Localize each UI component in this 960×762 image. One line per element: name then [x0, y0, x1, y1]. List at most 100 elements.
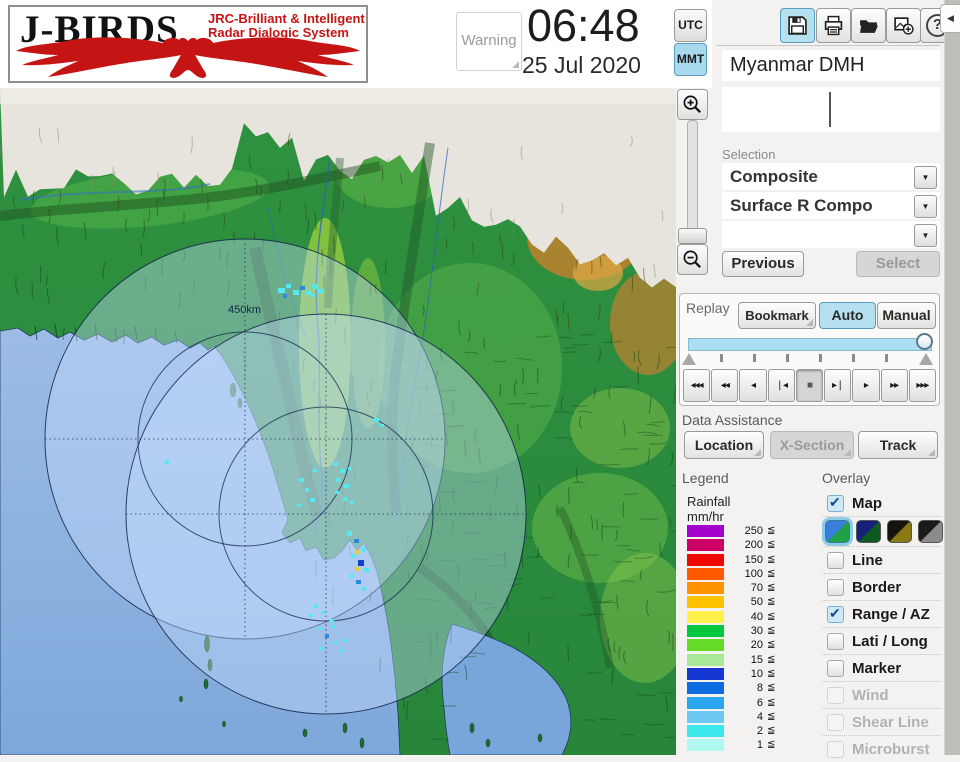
zoom-out-button[interactable] [677, 244, 708, 275]
checkbox[interactable] [827, 606, 844, 623]
utc-button[interactable]: UTC [674, 9, 707, 42]
zoom-slider-handle[interactable] [678, 228, 707, 244]
select-button[interactable]: Select [856, 251, 940, 277]
chevron-down-icon[interactable]: ▼ [914, 224, 937, 247]
legend-row: 50 ≦ [687, 595, 797, 609]
map-style-swatches [822, 516, 941, 546]
chevron-down-icon[interactable]: ▼ [914, 195, 937, 218]
location-button[interactable]: Location [684, 431, 764, 459]
eagle-logo-icon [14, 35, 362, 81]
legend-value: 50 [727, 596, 763, 608]
bookmark-button[interactable]: Bookmark [738, 302, 816, 329]
forward-fast-button[interactable]: ▸▸▸ [909, 369, 936, 402]
overlay-item-range-az: Range / AZ [822, 600, 941, 627]
slider-tick [786, 354, 789, 362]
range-label: 450km [228, 304, 261, 316]
overlay-item-marker: Marker [822, 654, 941, 681]
slider-tick [819, 354, 822, 362]
map-style-swatch[interactable] [918, 520, 943, 543]
forward-button[interactable]: ▸▸ [881, 369, 908, 402]
checkbox [827, 714, 844, 731]
legend-value: 4 [727, 711, 763, 723]
step-back-button[interactable]: ◂ [739, 369, 766, 402]
legend-value: 30 [727, 625, 763, 637]
warning-label: Warning [461, 32, 516, 49]
legend-value: 250 [727, 525, 763, 537]
previous-button[interactable]: Previous [722, 251, 804, 277]
rewind-button[interactable]: ◂◂ [711, 369, 738, 402]
legend-lte-symbol: ≦ [767, 568, 775, 579]
playback-controls: ◂◂◂◂◂◂❘◂■▸❘▸▸▸▸▸▸ [683, 369, 936, 402]
zoom-in-icon [682, 94, 703, 115]
print-button[interactable] [816, 8, 851, 43]
add-image-icon [893, 15, 914, 36]
legend-lte-symbol: ≦ [767, 668, 775, 679]
open-folder-button[interactable] [851, 8, 886, 43]
skip-start-button[interactable]: ❘◂ [768, 369, 795, 402]
slider-tick [720, 354, 723, 362]
legend-swatch [687, 539, 724, 551]
legend-value: 40 [727, 611, 763, 623]
auto-button[interactable]: Auto [819, 302, 876, 329]
legend-lte-symbol: ≦ [767, 697, 775, 708]
overlay-item-microburst: Microburst [822, 735, 941, 762]
manual-button[interactable]: Manual [877, 302, 936, 329]
product-dropdown-3[interactable]: ▼ [722, 221, 940, 248]
legend-title: Rainfall mm/hr [687, 494, 730, 524]
mmt-button[interactable]: MMT [674, 43, 707, 76]
checkbox[interactable] [827, 552, 844, 569]
track-button[interactable]: Track [858, 431, 938, 459]
overlay-item-border: Border [822, 573, 941, 600]
map-style-swatch[interactable] [825, 520, 850, 543]
map-style-swatch[interactable] [856, 520, 881, 543]
time-slider-handle[interactable] [916, 333, 933, 350]
legend-lte-symbol: ≦ [767, 711, 775, 722]
legend-swatch [687, 697, 724, 709]
checkbox[interactable] [827, 495, 844, 512]
legend-row: 200≦ [687, 538, 797, 552]
legend-swatch [687, 739, 724, 751]
overlay-item-map: Map [822, 490, 941, 516]
checkbox [827, 687, 844, 704]
legend-row: 15≦ [687, 653, 797, 667]
legend-row: 70≦ [687, 581, 797, 595]
rewind-fast-button[interactable]: ◂◂◂ [683, 369, 710, 402]
add-image-button[interactable] [886, 8, 921, 43]
warning-button[interactable]: Warning [456, 12, 522, 71]
save-button[interactable] [780, 8, 815, 43]
zoom-in-button[interactable] [677, 89, 708, 120]
collapse-panel-button[interactable]: ◀ [940, 4, 960, 33]
site-entry-box[interactable] [722, 87, 940, 132]
stop-button[interactable]: ■ [796, 369, 823, 402]
legend-row: 100≦ [687, 567, 797, 581]
play-button[interactable]: ▸ [852, 369, 879, 402]
overlay-item-lati-long: Lati / Long [822, 627, 941, 654]
checkbox[interactable] [827, 633, 844, 650]
legend-scale: 250≦200≦150≦100≦70≦50≦40≦30≦20≦15≦10≦8≦6… [687, 524, 797, 753]
map-style-swatch[interactable] [887, 520, 912, 543]
clock-time: 06:48 [527, 0, 640, 52]
time-slider[interactable] [688, 338, 932, 351]
jbirds-logo: J-BIRDS JRC-Brilliant & Intelligent Rada… [8, 5, 368, 83]
product-dropdown-1[interactable]: Composite ▼ [722, 163, 940, 190]
product-dropdown-2-value: Surface R Compo [722, 192, 940, 219]
checkbox[interactable] [827, 579, 844, 596]
slider-tick [753, 354, 756, 362]
slider-tick [885, 354, 888, 362]
legend-swatch [687, 611, 724, 623]
x-section-button[interactable]: X-Section [770, 431, 854, 459]
legend-lte-symbol: ≦ [767, 654, 775, 665]
skip-end-button[interactable]: ▸❘ [824, 369, 851, 402]
radar-map[interactable]: 450km [0, 88, 676, 755]
print-icon [823, 15, 844, 36]
save-icon [787, 15, 808, 36]
legend-swatch [687, 668, 724, 680]
chevron-down-icon[interactable]: ▼ [914, 166, 937, 189]
legend-lte-symbol: ≦ [767, 525, 775, 536]
product-dropdown-2[interactable]: Surface R Compo ▼ [722, 192, 940, 219]
checkbox[interactable] [827, 660, 844, 677]
zoom-slider-track[interactable] [687, 120, 698, 240]
legend-lte-symbol: ≦ [767, 596, 775, 607]
overlay-item-wind: Wind [822, 681, 941, 708]
legend-lte-symbol: ≦ [767, 539, 775, 550]
